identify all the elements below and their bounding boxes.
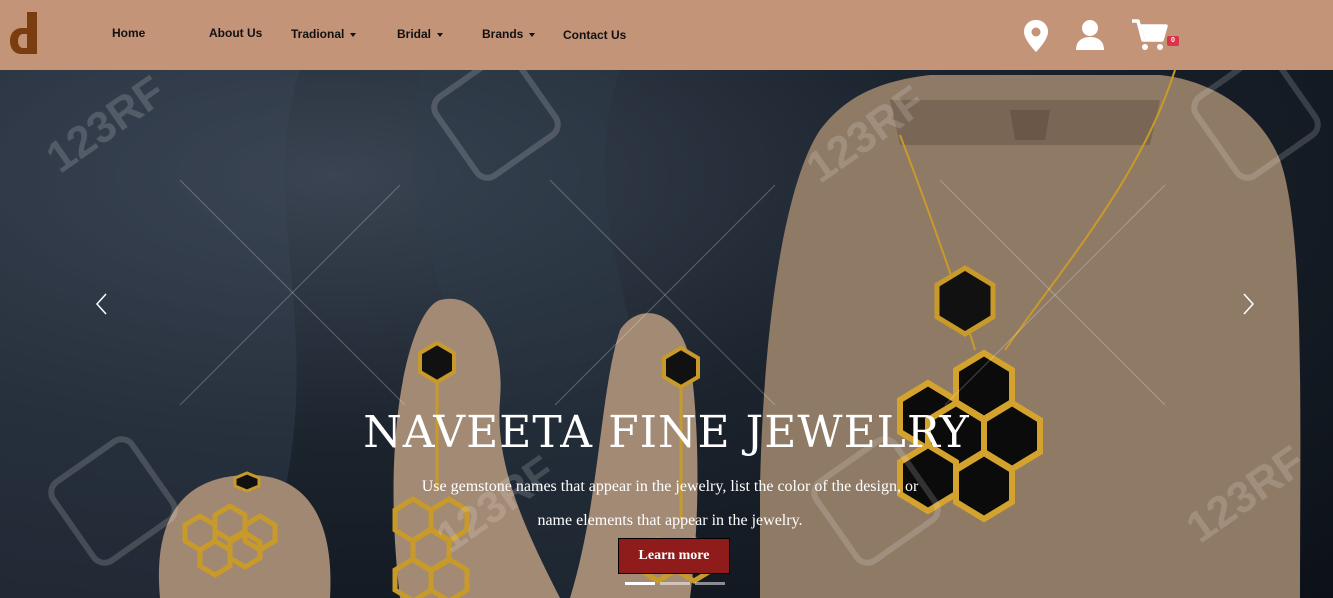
navbar: Home About Us Tradional Bridal Brands Co… [0,0,1333,70]
brand-logo[interactable] [9,12,41,54]
cart-count-badge: 0 [1167,36,1179,46]
carousel-indicator-3[interactable] [695,582,725,585]
nav-bridal-label: Bridal [397,27,432,41]
carousel-prev-arrow-icon[interactable] [92,292,112,316]
nav-bridal[interactable]: Bridal [397,27,444,41]
learn-more-button[interactable]: Learn more [618,538,730,574]
chevron-down-icon [437,32,444,37]
nav-home[interactable]: Home [112,26,145,40]
nav-about-us[interactable]: About Us [209,26,262,40]
carousel-indicator-2[interactable] [660,582,690,585]
nav-tradional-label: Tradional [291,27,345,41]
carousel-next-arrow-icon[interactable] [1238,292,1258,316]
chevron-down-icon [350,32,357,37]
hero-subtitle-line-2: name elements that appear in the jewelry… [537,512,803,529]
chevron-down-icon [529,32,536,37]
hero-subtitle-line-1: Use gemstone names that appear in the je… [421,478,919,495]
nav-tradional[interactable]: Tradional [291,27,357,41]
nav-brands[interactable]: Brands [482,27,536,41]
hero-title: NAVEETA FINE JEWELRY [363,407,970,458]
nav-contact-us[interactable]: Contact Us [563,28,626,42]
cart-icon[interactable] [1132,19,1168,51]
location-pin-icon[interactable] [1024,20,1048,52]
carousel-indicator-1[interactable] [625,582,655,585]
user-icon[interactable] [1076,20,1104,50]
nav-brands-label: Brands [482,27,524,41]
hero-carousel: 123RF 123RF 123RF 123RF NAVEETA FINE JEW… [0,70,1333,598]
